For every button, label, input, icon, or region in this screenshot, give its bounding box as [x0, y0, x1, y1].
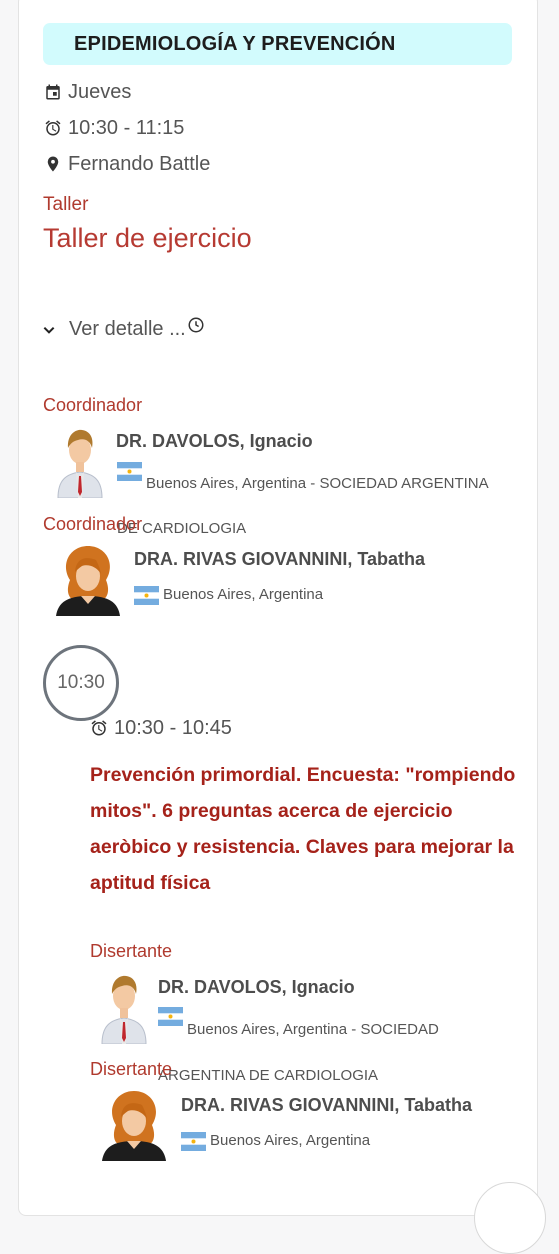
session-location-row: Fernando Battle	[44, 152, 210, 176]
talk-time-row: 10:30 - 10:45	[90, 716, 232, 740]
session-day: Jueves	[68, 80, 132, 103]
details-toggle-label: Ver detalle ...	[69, 318, 186, 340]
alarm-clock-icon	[91, 720, 107, 736]
talk-time-badge: 10:30	[43, 645, 119, 721]
session-type: Taller	[43, 194, 89, 215]
male-avatar-icon	[101, 975, 147, 1044]
talk-time: 10:30 - 10:45	[114, 716, 232, 739]
chevron-down-icon	[43, 326, 55, 334]
alarm-clock-icon	[45, 120, 61, 136]
speaker-name: DRA. RIVAS GIOVANNINI, Tabatha	[181, 1095, 473, 1115]
speaker-affiliation: Buenos Aires, Argentina - SOCIEDAD	[187, 1021, 439, 1038]
section-title: EPIDEMIOLOGÍA Y PREVENCIÓN	[74, 33, 396, 55]
coordinator-affiliation: Buenos Aires, Argentina - SOCIEDAD ARGEN…	[146, 475, 489, 492]
coordinator-role-label: Coordinador	[43, 514, 143, 534]
details-toggle[interactable]: Ver detalle ...	[42, 317, 205, 341]
session-time: 10:30 - 11:15	[68, 116, 185, 139]
speaker-affiliation-cont: ARGENTINA DE CARDIOLOGIA	[158, 1067, 379, 1084]
session-title: Taller de ejercicio	[43, 223, 252, 253]
coordinator-name: DR. DAVOLOS, Ignacio	[116, 431, 313, 451]
clock-icon	[188, 317, 204, 332]
section-header: EPIDEMIOLOGÍA Y PREVENCIÓN	[43, 23, 512, 65]
argentina-flag-icon	[117, 462, 142, 481]
coordinator-role-label: Coordinador	[43, 395, 143, 415]
speaker-role-label: Disertante	[90, 941, 173, 961]
location-pin-icon	[47, 156, 59, 172]
male-avatar-icon	[57, 429, 103, 498]
talk-title[interactable]: Prevención primordial. Encuesta: "rompie…	[90, 757, 520, 901]
coordinator-name: DRA. RIVAS GIOVANNINI, Tabatha	[134, 549, 426, 569]
female-avatar-icon	[102, 1091, 166, 1161]
argentina-flag-icon	[134, 586, 159, 605]
speaker-role-label: Disertante	[90, 1059, 173, 1079]
talk-time-badge-label: 10:30	[57, 672, 105, 693]
floating-action-button[interactable]	[474, 1182, 546, 1254]
speaker-name: DR. DAVOLOS, Ignacio	[158, 977, 355, 997]
calendar-icon	[46, 84, 60, 100]
female-avatar-icon	[56, 546, 120, 616]
session-day-row: Jueves	[44, 80, 131, 104]
speaker-affiliation: Buenos Aires, Argentina	[210, 1132, 371, 1149]
session-time-row: 10:30 - 11:15	[44, 116, 184, 140]
argentina-flag-icon	[158, 1007, 183, 1026]
argentina-flag-icon	[181, 1132, 206, 1151]
session-location: Fernando Battle	[68, 152, 211, 175]
coordinator-affiliation: Buenos Aires, Argentina	[163, 586, 324, 603]
